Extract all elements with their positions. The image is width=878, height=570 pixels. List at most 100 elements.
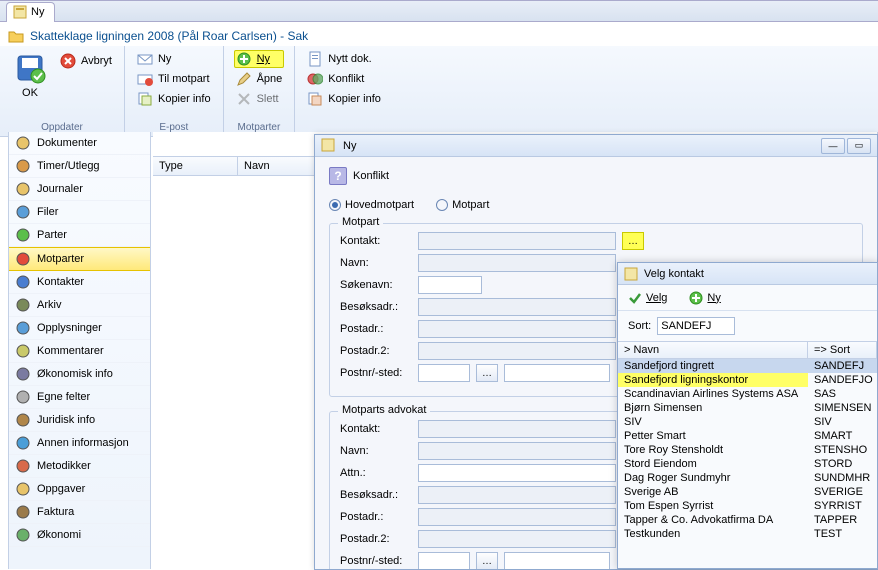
sidebar-item-anneninfo[interactable]: Annen informasjon xyxy=(9,432,150,455)
nav-panel: Dokumenter Timer/Utlegg Journaler Filer Part… xyxy=(8,132,151,569)
motpart-sokenavn-field[interactable] xyxy=(418,276,482,294)
sidebar-item-journaler[interactable]: Journaler xyxy=(9,178,150,201)
advokat-postadr-field[interactable] xyxy=(418,508,616,526)
window-titlebar[interactable]: Ny — ▭ xyxy=(315,135,877,157)
sidebar-item-label: Annen informasjon xyxy=(37,437,129,449)
sidebar-item-opplysninger[interactable]: Opplysninger xyxy=(9,317,150,340)
epost-kopierinfo-button[interactable]: Kopier info xyxy=(135,90,213,108)
table-row[interactable]: Sverige ABSVERIGE xyxy=(618,485,877,499)
sidebar-item-label: Økonomi xyxy=(37,529,81,541)
konflikt-label: Konflikt xyxy=(353,170,389,182)
top-tab-bar: Ny xyxy=(0,0,878,22)
sidebar-item-okonomiskinfo[interactable]: Økonomisk info xyxy=(9,363,150,386)
motpart-kontakt-field[interactable] xyxy=(418,232,616,250)
col-navn[interactable]: > Navn xyxy=(618,342,808,358)
konflikt-button[interactable]: Konflikt xyxy=(305,70,383,88)
maximize-button[interactable]: ▭ xyxy=(847,138,871,154)
sidebar-item-motparter[interactable]: Motparter xyxy=(9,247,150,271)
mail-new-icon xyxy=(137,51,153,67)
sidebar-item-arkiv[interactable]: Arkiv xyxy=(9,294,150,317)
table-row[interactable]: Tore Roy StensholdtSTENSHO xyxy=(618,443,877,457)
sort-input[interactable] xyxy=(657,317,735,335)
sidebar-item-egnefelter[interactable]: Egne felter xyxy=(9,386,150,409)
window-velg-kontakt: Velg kontakt Velg Ny Sort: > Navn => Sor… xyxy=(617,262,878,569)
advokat-navn-field[interactable] xyxy=(418,442,616,460)
table-row[interactable]: Scandinavian Airlines Systems ASASAS xyxy=(618,387,877,401)
sidebar-item-filer[interactable]: Filer xyxy=(9,201,150,224)
window-icon xyxy=(624,267,638,281)
table-row[interactable]: Tom Espen SyrristSYRRIST xyxy=(618,499,877,513)
table-row[interactable]: Sandefjord tingrettSANDEFJ xyxy=(618,359,877,373)
motpart-sted-field[interactable] xyxy=(504,364,610,382)
radio-motpart[interactable]: Motpart xyxy=(436,199,489,211)
window-title: Velg kontakt xyxy=(644,268,704,280)
epost-tilmotpart-button[interactable]: Til motpart xyxy=(135,70,213,88)
sidebar-item-juridiskinfo[interactable]: Juridisk info xyxy=(9,409,150,432)
minimize-button[interactable]: — xyxy=(821,138,845,154)
kopierinfo2-button[interactable]: Kopier info xyxy=(305,90,383,108)
advokat-postnr-field[interactable] xyxy=(418,552,470,569)
advokat-attn-field[interactable] xyxy=(418,464,616,482)
radio-icon xyxy=(329,199,341,211)
col-sort[interactable]: => Sort xyxy=(808,342,877,358)
sidebar-item-dokumenter[interactable]: Dokumenter xyxy=(9,132,150,155)
nav-icon xyxy=(15,158,31,174)
cancel-button[interactable]: Avbryt xyxy=(58,52,114,70)
sidebar-item-label: Oppgaver xyxy=(37,483,85,495)
motparter-slett-button[interactable]: Slett xyxy=(234,90,285,108)
advokat-sted-field[interactable] xyxy=(504,552,610,569)
cell-name: SIV xyxy=(618,415,808,429)
sidebar-item-parter[interactable]: Parter xyxy=(9,224,150,247)
col-type[interactable]: Type xyxy=(153,157,238,175)
copy-info-icon xyxy=(137,91,153,107)
pencil-icon xyxy=(236,71,252,87)
advokat-postnr-lookup-button[interactable]: … xyxy=(476,552,498,569)
table-row[interactable]: TestkundenTEST xyxy=(618,527,877,541)
advokat-kontakt-field[interactable] xyxy=(418,420,616,438)
ok-button[interactable]: OK xyxy=(10,50,50,120)
cancel-label: Avbryt xyxy=(81,55,112,67)
sidebar-item-timer[interactable]: Timer/Utlegg xyxy=(9,155,150,178)
motpart-postadr-field[interactable] xyxy=(418,320,616,338)
motpart-navn-field[interactable] xyxy=(418,254,616,272)
nav-icon xyxy=(15,227,31,243)
sidebar-item-label: Timer/Utlegg xyxy=(37,160,100,172)
table-row[interactable]: Stord EiendomSTORD xyxy=(618,457,877,471)
velg-button[interactable]: Velg xyxy=(628,291,667,305)
sidebar-item-oppgaver[interactable]: Oppgaver xyxy=(9,478,150,501)
motparter-apne-button[interactable]: Åpne xyxy=(234,70,285,88)
sidebar-item-faktura[interactable]: Faktura xyxy=(9,501,150,524)
postnr-lookup-button[interactable]: … xyxy=(476,364,498,382)
nyttdok-button[interactable]: Nytt dok. xyxy=(305,50,383,68)
sidebar-item-label: Journaler xyxy=(37,183,83,195)
cell-name: Dag Roger Sundmyhr xyxy=(618,471,808,485)
table-row[interactable]: Dag Roger SundmyhrSUNDMHR xyxy=(618,471,877,485)
kontakt-lookup-button[interactable]: … xyxy=(622,232,644,250)
radio-hovedmotpart[interactable]: Hovedmotpart xyxy=(329,199,414,211)
table-row[interactable]: Bjørn SimensenSIMENSEN xyxy=(618,401,877,415)
motparter-ny-button[interactable]: Ny xyxy=(234,50,285,68)
motpart-postnr-field[interactable] xyxy=(418,364,470,382)
tab-ny[interactable]: Ny xyxy=(6,2,55,22)
nav-icon xyxy=(15,251,31,267)
sidebar-item-kommentarer[interactable]: Kommentarer xyxy=(9,340,150,363)
motpart-postadr2-field[interactable] xyxy=(418,342,616,360)
sidebar-item-kontakter[interactable]: Kontakter xyxy=(9,271,150,294)
epost-ny-button[interactable]: Ny xyxy=(135,50,213,68)
ny-kontakt-button[interactable]: Ny xyxy=(689,291,720,305)
plus-icon xyxy=(689,291,703,305)
table-row[interactable]: SIVSIV xyxy=(618,415,877,429)
nav-icon xyxy=(15,481,31,497)
advokat-postadr2-field[interactable] xyxy=(418,530,616,548)
table-row[interactable]: Tapper & Co. Advokatfirma DATAPPER xyxy=(618,513,877,527)
motpart-besoksadr-field[interactable] xyxy=(418,298,616,316)
table-row[interactable]: Petter SmartSMART xyxy=(618,429,877,443)
sidebar-item-label: Filer xyxy=(37,206,58,218)
table-row[interactable]: Sandefjord ligningskontorSANDEFJO xyxy=(618,373,877,387)
advokat-besoksadr-field[interactable] xyxy=(418,486,616,504)
conflict-icon xyxy=(307,71,323,87)
sidebar-item-metodikker[interactable]: Metodikker xyxy=(9,455,150,478)
form-icon xyxy=(13,5,27,19)
sidebar-item-okonomi[interactable]: Økonomi xyxy=(9,524,150,547)
window-titlebar[interactable]: Velg kontakt xyxy=(618,263,877,285)
